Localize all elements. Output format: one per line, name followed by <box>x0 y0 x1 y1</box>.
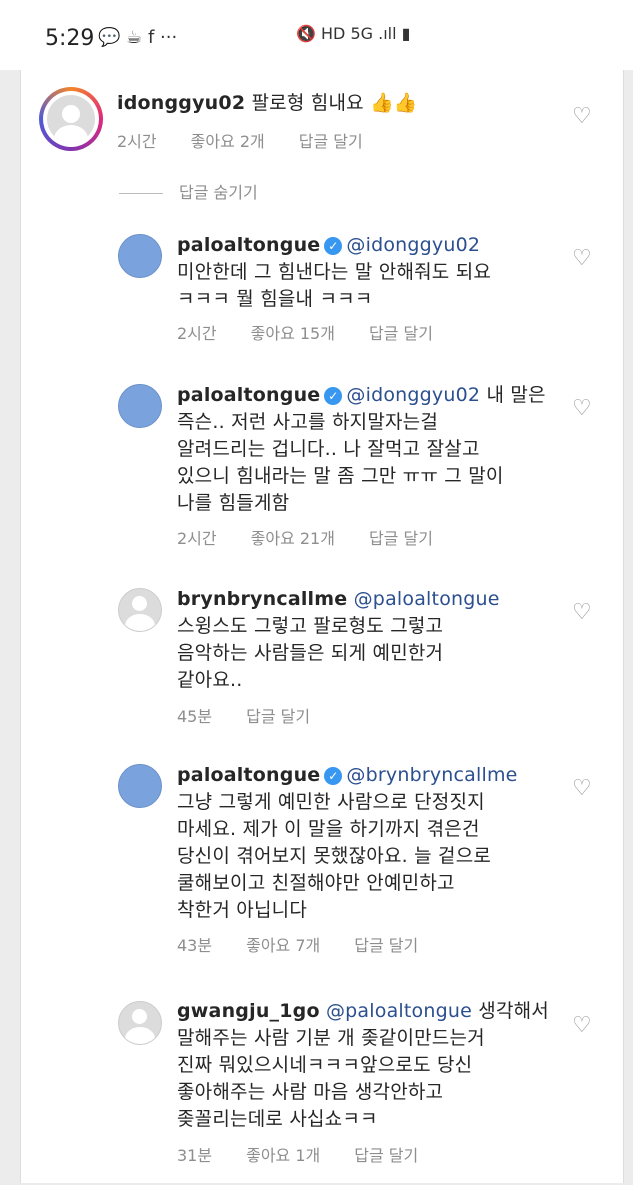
comment-time: 43분 <box>177 936 213 955</box>
comment-meta: 45분 답글 달기 <box>177 703 344 727</box>
comment-text: paloaltongue ✓ @brynbryncallme 그냥 그렇게 예민한 … <box>177 762 518 924</box>
mention-link[interactable]: @idonggyu02 <box>346 384 480 406</box>
comment-body-start: 내 말은 <box>486 384 546 406</box>
comment-body: 스윙스도 그렇고 팔로형도 그렇고 음악하는 사람들은 되게 예민한거 같아요.… <box>177 615 444 691</box>
like-count[interactable]: 좋아요 7개 <box>246 936 320 955</box>
mention-link[interactable]: @brynbryncallme <box>346 764 517 786</box>
comment-username[interactable]: gwangju_1go <box>177 1000 320 1022</box>
comment-body: 팔로형 힘내요 👍👍 <box>251 92 418 114</box>
comment-username[interactable]: idonggyu02 <box>117 92 245 114</box>
comments-panel: idonggyu02 팔로형 힘내요 👍👍 2시간 좋아요 2개 답글 달기 ♡ 답… <box>20 70 624 1183</box>
comment-body: 미안한데 그 힘낸다는 말 안해줘도 되요 ㅋㅋㅋ 뭘 힘을내 ㅋㅋㅋ <box>177 261 492 310</box>
comment-text: paloaltongue ✓ @idonggyu02 내 말은 즉슨.. 저런 사고… <box>177 382 546 517</box>
comment-meta: 43분 좋아요 7개 답글 달기 <box>177 932 452 956</box>
mention-link[interactable]: @paloaltongue <box>354 588 500 610</box>
heart-icon[interactable]: ♡ <box>572 104 592 129</box>
reply-button[interactable]: 답글 달기 <box>354 1146 418 1165</box>
comment-text: paloaltongue ✓ @idonggyu02 미안한데 그 힘낸다는 말 안… <box>177 232 491 313</box>
avatar[interactable] <box>118 764 162 808</box>
comment-body-start: 생각해서 <box>478 1000 549 1022</box>
reply-button[interactable]: 답글 달기 <box>299 132 363 151</box>
reply-button[interactable]: 답글 달기 <box>354 936 418 955</box>
mention-link[interactable]: @idonggyu02 <box>346 234 480 256</box>
like-count[interactable]: 좋아요 1개 <box>246 1146 320 1165</box>
comment-text: gwangju_1go @paloaltongue 생각해서 말해주는 사람 기… <box>177 998 549 1133</box>
comment-text: brynbryncallme @paloaltongue 스윙스도 그렇고 팔로… <box>177 586 500 694</box>
verified-icon: ✓ <box>324 766 343 785</box>
hide-replies-button[interactable]: 답글 숨기기 <box>119 179 258 203</box>
reply-button[interactable]: 답글 달기 <box>369 529 433 548</box>
comment-meta: 31분 좋아요 1개 답글 달기 <box>177 1142 452 1166</box>
comment-username[interactable]: paloaltongue <box>177 234 320 256</box>
mention-link[interactable]: @paloaltongue <box>326 1000 472 1022</box>
comment-meta: 2시간 좋아요 2개 답글 달기 <box>117 128 397 152</box>
comment-username[interactable]: paloaltongue <box>177 764 320 786</box>
status-bar: 5:29 💬 ☕ f ··· 🔇 HD 5G .ıll ▮ <box>0 0 633 70</box>
comment-meta: 2시간 좋아요 21개 답글 달기 <box>177 525 467 549</box>
verified-icon: ✓ <box>324 236 343 255</box>
avatar[interactable] <box>39 87 103 151</box>
comment-time: 2시간 <box>177 324 217 343</box>
avatar[interactable] <box>118 1001 162 1045</box>
like-count[interactable]: 좋아요 21개 <box>251 529 335 548</box>
avatar[interactable] <box>118 234 162 278</box>
comment-body: 말해주는 사람 기분 개 좆같이만드는거 진짜 뭐있으시네ㅋㅋㅋ앞으로도 당신 … <box>177 1027 485 1130</box>
comment-time: 2시간 <box>117 132 157 151</box>
comment-meta: 2시간 좋아요 15개 답글 달기 <box>177 320 467 344</box>
verified-icon: ✓ <box>324 386 343 405</box>
like-count[interactable]: 좋아요 2개 <box>191 132 265 151</box>
avatar[interactable] <box>118 588 162 632</box>
comment-body: 그냥 그렇게 예민한 사람으로 단정짓지 마세요. 제가 이 말을 하기까지 겪… <box>177 791 492 921</box>
like-count[interactable]: 좋아요 15개 <box>251 324 335 343</box>
heart-icon[interactable]: ♡ <box>572 600 592 625</box>
comment-body: 즉슨.. 저런 사고를 하지말자는걸 알려드리는 겁니다.. 나 잘먹고 잘살고… <box>177 411 504 514</box>
comment-time: 2시간 <box>177 529 217 548</box>
comment-username[interactable]: brynbryncallme <box>177 588 347 610</box>
heart-icon[interactable]: ♡ <box>572 396 592 421</box>
status-time: 5:29 <box>45 26 95 51</box>
heart-icon[interactable]: ♡ <box>572 776 592 801</box>
comment-time: 45분 <box>177 707 213 726</box>
comment-username[interactable]: paloaltongue <box>177 384 320 406</box>
heart-icon[interactable]: ♡ <box>572 246 592 271</box>
heart-icon[interactable]: ♡ <box>572 1013 592 1038</box>
system-icons: 🔇 HD 5G .ıll ▮ <box>296 24 411 43</box>
reply-button[interactable]: 답글 달기 <box>369 324 433 343</box>
avatar[interactable] <box>118 384 162 428</box>
notification-icons: 💬 ☕ f ··· <box>98 27 178 48</box>
comment-text: idonggyu02 팔로형 힘내요 👍👍 <box>117 90 418 117</box>
comment-time: 31분 <box>177 1146 213 1165</box>
reply-button[interactable]: 답글 달기 <box>246 707 310 726</box>
